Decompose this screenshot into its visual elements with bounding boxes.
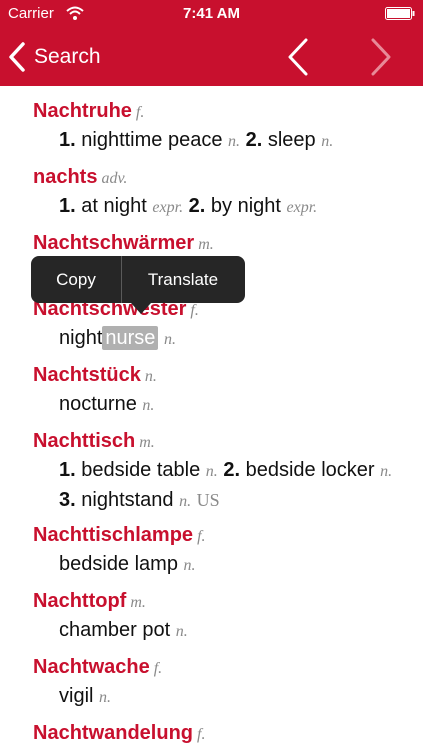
chevron-left-icon: [9, 42, 25, 72]
status-bar: Carrier 7:41 AM: [0, 0, 423, 28]
back-button[interactable]: Search: [8, 40, 101, 74]
translate-button[interactable]: Translate: [121, 256, 245, 303]
headword: nachts: [33, 166, 98, 188]
entry-nachttopf[interactable]: Nachttopf m. chamber pot n.: [33, 588, 413, 646]
gender-label: f.: [153, 660, 163, 677]
dictionary-list[interactable]: Nachtruhe f. 1. nighttime peace n. 2. sle…: [0, 86, 423, 750]
clock: 7:41 AM: [183, 5, 240, 22]
entry-nachtruhe[interactable]: Nachtruhe f. 1. nighttime peace n. 2. sle…: [33, 98, 413, 156]
popup-arrow: [131, 303, 151, 314]
entry-nachtwache[interactable]: Nachtwache f. vigil n.: [33, 654, 413, 712]
headword: Nachtschwärmer: [33, 232, 195, 254]
gender-label: f.: [197, 726, 206, 743]
gender-label: m.: [139, 434, 155, 451]
back-button-label: Search: [34, 45, 101, 68]
entry-nachts[interactable]: nachts adv. 1. at night expr. 2. by night…: [33, 164, 413, 222]
headword: Nachtstück: [33, 364, 141, 386]
headword: Nachtwandelung: [33, 722, 194, 744]
selected-text[interactable]: nurse: [102, 326, 159, 350]
gender-label: f.: [190, 302, 199, 319]
headword: Nachtruhe: [33, 100, 132, 122]
entry-nachtschwaermer[interactable]: Nachtschwärmer m.: [33, 230, 413, 258]
edit-menu-popup: Copy Translate: [31, 256, 245, 314]
battery-icon: [385, 7, 415, 20]
headword: Nachttischlampe: [33, 524, 194, 546]
gender-label: m.: [198, 236, 214, 253]
gender-label: f.: [135, 104, 145, 121]
gender-label: m.: [130, 594, 146, 611]
navigation-bar: Search: [0, 28, 423, 86]
gender-label: f.: [197, 528, 206, 545]
next-entry-button[interactable]: [369, 37, 393, 77]
copy-button[interactable]: Copy: [31, 256, 121, 303]
entry-nachtwandelung[interactable]: Nachtwandelung f.: [33, 720, 413, 748]
entry-nachtschwester[interactable]: Nachtschwester f. night nurse n.: [33, 296, 413, 354]
entry-nachtstueck[interactable]: Nachtstück n. nocturne n.: [33, 362, 413, 420]
entry-nachttisch[interactable]: Nachttisch m. 1. bedside table n. 2. beds…: [33, 428, 413, 516]
headword: Nachttisch: [33, 430, 136, 452]
entry-nachttischlampe[interactable]: Nachttischlampe f. bedside lamp n.: [33, 522, 413, 580]
gender-label: n.: [144, 368, 157, 385]
gender-label: adv.: [101, 170, 128, 187]
previous-entry-button[interactable]: [286, 37, 310, 77]
headword: Nachttopf: [33, 590, 127, 612]
headword: Nachtwache: [33, 656, 150, 678]
